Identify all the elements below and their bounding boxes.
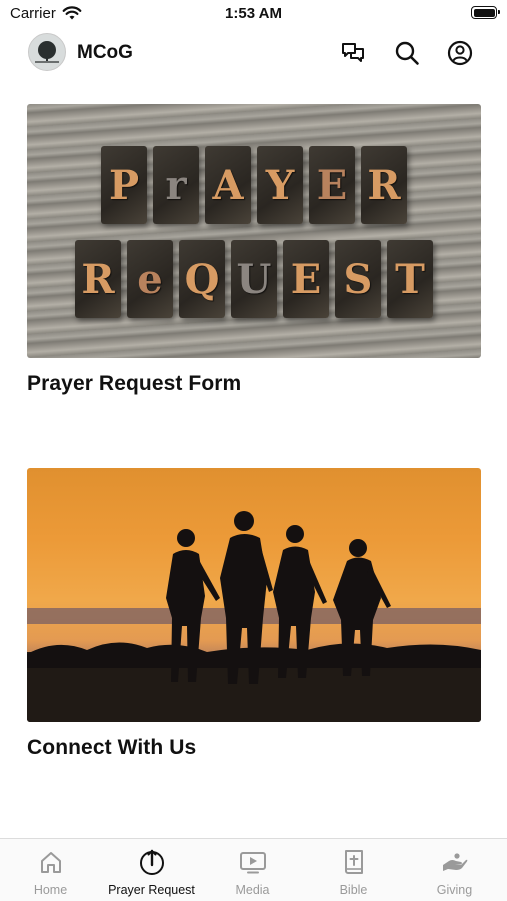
letter-tile: E <box>283 240 329 318</box>
battery-icon <box>471 6 500 19</box>
letter-tile: Y <box>257 146 303 224</box>
chat-icon[interactable] <box>340 40 366 66</box>
connect-image[interactable] <box>27 468 481 722</box>
letterpress-line-2: R e Q U E S T <box>27 240 481 318</box>
prayer-hands-icon <box>140 849 164 875</box>
clock: 1:53 AM <box>225 5 282 22</box>
bible-icon <box>345 850 363 874</box>
home-icon <box>41 852 61 873</box>
letter-tile: R <box>361 146 407 224</box>
letter-tile: e <box>127 240 173 318</box>
letter-tile: P <box>101 146 147 224</box>
tab-bar: Home Prayer Request Media Bible Giving <box>0 838 507 901</box>
letter-tile: R <box>75 240 121 318</box>
giving-hand-icon <box>443 853 468 871</box>
tree-icon <box>38 41 56 61</box>
church-logo[interactable] <box>28 33 66 71</box>
connect-card[interactable]: Connect With Us <box>27 468 481 760</box>
app-header: MCoG <box>0 30 507 76</box>
letter-tile: r <box>153 146 199 224</box>
tab-label: Home <box>33 883 68 897</box>
account-icon[interactable] <box>447 40 473 66</box>
silhouette-people <box>27 511 481 684</box>
tab-label: Media <box>235 883 270 897</box>
letter-tile: U <box>231 240 277 318</box>
tab-label: Prayer Request <box>108 883 195 897</box>
logo-banner <box>35 61 59 63</box>
letter-tile: E <box>309 146 355 224</box>
letter-tile: A <box>205 146 251 224</box>
tab-media[interactable]: Media <box>202 839 303 901</box>
card-title[interactable]: Prayer Request Form <box>27 372 481 396</box>
tab-home[interactable]: Home <box>0 839 101 901</box>
media-play-icon <box>240 852 266 874</box>
prayer-request-image[interactable]: P r A Y E R R e Q U E S T <box>27 104 481 358</box>
tab-prayer-request[interactable]: Prayer Request <box>101 839 202 901</box>
status-bar: Carrier 1:53 AM <box>0 0 507 30</box>
tab-label: Giving <box>436 883 473 897</box>
letter-tile: S <box>335 240 381 318</box>
card-title[interactable]: Connect With Us <box>27 736 481 760</box>
letter-tile: Q <box>179 240 225 318</box>
tab-giving[interactable]: Giving <box>404 839 505 901</box>
tab-bible[interactable]: Bible <box>303 839 404 901</box>
app-title: MCoG <box>77 42 133 63</box>
prayer-request-card[interactable]: P r A Y E R R e Q U E S T Prayer Request… <box>27 104 481 396</box>
tab-label: Bible <box>339 883 368 897</box>
letter-tile: T <box>387 240 433 318</box>
search-icon[interactable] <box>394 40 420 66</box>
letterpress-line-1: P r A Y E R <box>27 146 481 224</box>
